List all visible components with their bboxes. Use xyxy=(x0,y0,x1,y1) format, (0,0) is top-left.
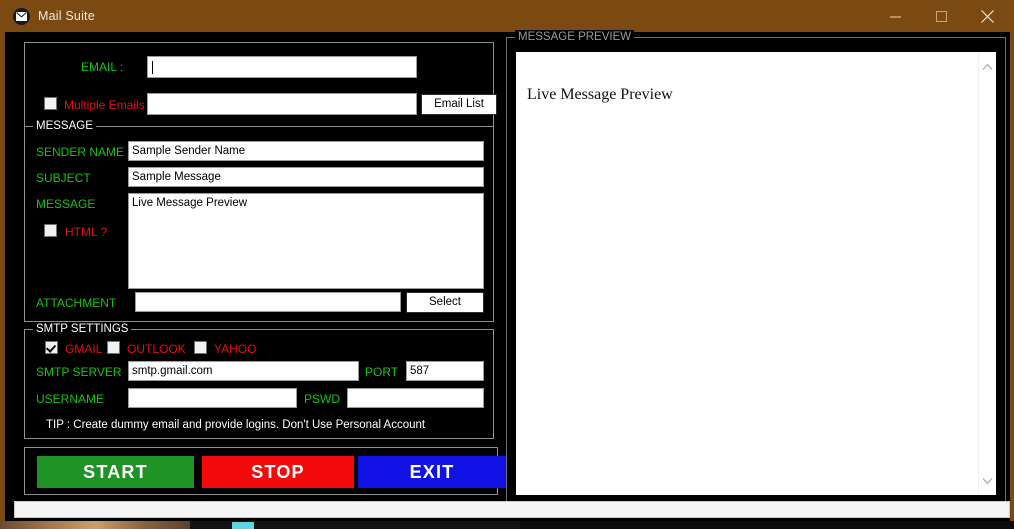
outlook-checkbox[interactable] xyxy=(107,341,120,354)
chevron-up-icon[interactable] xyxy=(979,58,996,75)
envelope-icon xyxy=(13,7,30,25)
multiple-emails-checkbox[interactable] xyxy=(44,97,57,110)
attachment-select-button[interactable]: Select xyxy=(406,292,484,313)
email-label: EMAIL : xyxy=(81,60,124,74)
yahoo-checkbox[interactable] xyxy=(194,341,207,354)
window-title: Mail Suite xyxy=(38,9,95,23)
email-input[interactable] xyxy=(147,56,417,78)
progress-bar xyxy=(14,501,1010,518)
window-body: EMAIL : Multiple Emails ? Email List MES… xyxy=(5,30,1010,521)
sender-name-label: SENDER NAME xyxy=(36,145,125,159)
message-group-title: MESSAGE xyxy=(33,119,96,133)
window-controls xyxy=(872,0,1010,32)
exit-button[interactable]: EXIT xyxy=(358,456,506,488)
port-label: PORT xyxy=(365,365,399,379)
maximize-icon[interactable] xyxy=(918,0,964,32)
message-preview-pane: Live Message Preview xyxy=(516,52,996,495)
message-group: MESSAGE SENDER NAME SUBJECT MESSAGE HTML… xyxy=(24,119,494,322)
html-label: HTML ? xyxy=(65,225,108,239)
preview-scrollbar[interactable] xyxy=(978,52,996,495)
multiple-emails-label: Multiple Emails ? xyxy=(64,98,155,112)
attachment-label: ATTACHMENT xyxy=(36,296,117,310)
stop-button[interactable]: STOP xyxy=(202,456,354,488)
message-preview-title: MESSAGE PREVIEW xyxy=(515,30,635,44)
message-label: MESSAGE xyxy=(36,197,96,211)
port-input[interactable] xyxy=(406,361,484,381)
text-caret xyxy=(152,61,153,74)
desktop-strip xyxy=(0,521,1014,529)
minimize-icon[interactable] xyxy=(872,0,918,32)
subject-input[interactable] xyxy=(128,167,484,187)
gmail-label: GMAIL xyxy=(65,342,103,356)
compose-panel: EMAIL : Multiple Emails ? Email List MES… xyxy=(14,37,506,505)
application-window: Mail Suite EMAIL : Multiple Emails ? Ema… xyxy=(0,0,1014,521)
email-list-button[interactable]: Email List xyxy=(421,94,497,115)
chevron-down-icon[interactable] xyxy=(979,472,996,489)
username-label: USERNAME xyxy=(36,392,105,406)
smtp-server-input[interactable] xyxy=(128,361,359,381)
gmail-checkbox[interactable] xyxy=(45,341,58,354)
html-checkbox[interactable] xyxy=(44,224,57,237)
close-icon[interactable] xyxy=(964,0,1010,32)
attachment-input[interactable] xyxy=(135,292,401,312)
smtp-server-label: SMTP SERVER xyxy=(36,365,122,379)
start-button[interactable]: START xyxy=(37,456,194,488)
desktop-wallpaper-sliver xyxy=(0,521,190,529)
password-input[interactable] xyxy=(347,388,484,408)
username-input[interactable] xyxy=(128,388,297,408)
title-bar: Mail Suite xyxy=(5,0,1010,32)
smtp-tip-text: TIP : Create dummy email and provide log… xyxy=(46,419,426,431)
taskbar-item-icon[interactable] xyxy=(232,522,254,529)
password-label: PSWD xyxy=(304,392,340,406)
smtp-settings-group: SMTP SETTINGS GMAIL OUTLOOK YAHOO SMTP S… xyxy=(24,322,494,439)
multiple-emails-input[interactable] xyxy=(147,93,417,115)
message-preview-text: Live Message Preview xyxy=(527,86,673,103)
outlook-label: OUTLOOK xyxy=(127,342,186,356)
message-textarea[interactable] xyxy=(128,193,484,289)
sender-name-input[interactable] xyxy=(128,141,484,161)
action-buttons-panel: START STOP EXIT xyxy=(24,447,506,495)
smtp-group-title: SMTP SETTINGS xyxy=(33,322,132,336)
message-preview-group: MESSAGE PREVIEW Live Message Preview xyxy=(506,30,1006,505)
subject-label: SUBJECT xyxy=(36,171,91,185)
email-group: EMAIL : Multiple Emails ? Email List MES… xyxy=(24,42,497,322)
yahoo-label: YAHOO xyxy=(214,342,257,356)
